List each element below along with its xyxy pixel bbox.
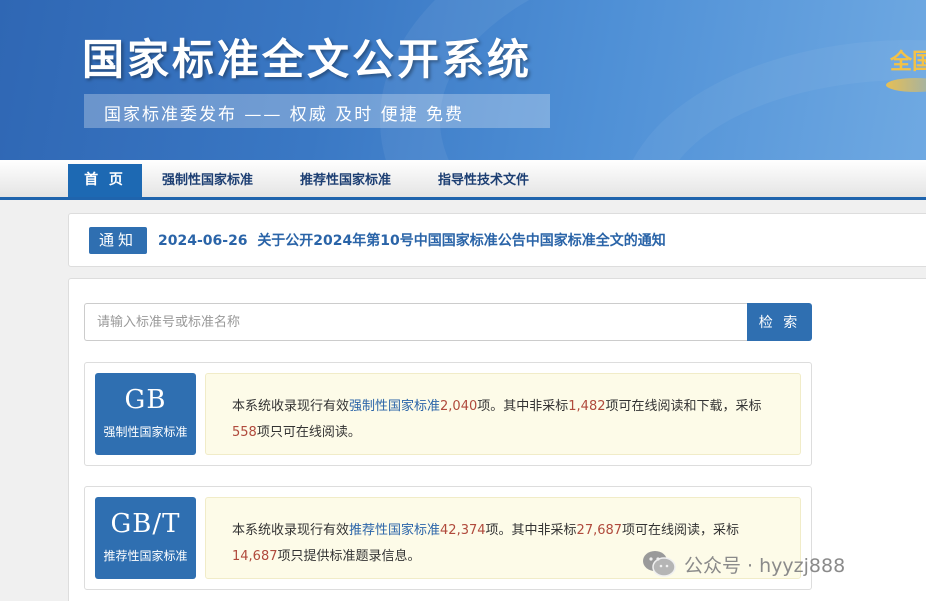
nav-guidance-documents[interactable]: 指导性技术文件 [438, 164, 529, 197]
std-name: 强制性国家标准 [103, 425, 188, 439]
desc-text: 项可在线阅读，采标 [622, 523, 740, 538]
site-title: 国家标准全文公开系统 [82, 35, 533, 84]
search-button[interactable]: 检 索 [747, 303, 812, 341]
total-count: 42,374 [440, 523, 486, 538]
desc-text: 项可在线阅读和下载，采标 [605, 399, 762, 414]
nav-recommended-standards[interactable]: 推荐性国家标准 [300, 164, 391, 197]
std-name: 推荐性国家标准 [103, 549, 188, 563]
main-nav: 首 页 强制性国家标准 推荐性国家标准 指导性技术文件 [0, 160, 926, 200]
corner-swoosh-decoration [886, 78, 926, 92]
corner-logo: 全国 [890, 49, 926, 75]
notice-date: 2024-06-26 [158, 233, 248, 249]
std-description: 本系统收录现行有效强制性国家标准2,040项。其中非采标1,482项可在线阅读和… [205, 373, 801, 455]
desc-text: 项。其中非采标 [485, 523, 577, 538]
total-count: 2,040 [440, 399, 478, 414]
slogan-box: 国家标准委发布 —— 权威 及时 便捷 免费 [84, 94, 550, 128]
non-adopted-count: 1,482 [568, 399, 606, 414]
watermark-text: 公众号 · hyyzj888 [684, 554, 846, 577]
desc-text: 项只可在线阅读。 [256, 425, 361, 440]
notice-bar: 通知 2024-06-26 关于公开2024年第10号中国国家标准公告中国家标准… [68, 213, 926, 267]
wechat-watermark: 公众号 · hyyzj888 [642, 548, 845, 580]
desc-text: 项只提供标准题录信息。 [277, 549, 421, 564]
std-code: GB [124, 385, 167, 415]
nav-home[interactable]: 首 页 [68, 164, 142, 197]
desc-text: 本系统收录现行有效 [232, 523, 350, 538]
std-code: GB/T [110, 509, 181, 539]
standard-block-gb: GB 强制性国家标准 本系统收录现行有效强制性国家标准2,040项。其中非采标1… [84, 362, 812, 466]
gbt-category-button[interactable]: GB/T 推荐性国家标准 [95, 497, 196, 579]
gb-category-button[interactable]: GB 强制性国家标准 [95, 373, 196, 455]
desc-text: 项。其中非采标 [477, 399, 569, 414]
adopted-count: 14,687 [232, 549, 278, 564]
slogan-text: 国家标准委发布 —— 权威 及时 便捷 免费 [104, 105, 465, 125]
notice-link[interactable]: 2024-06-26 关于公开2024年第10号中国国家标准公告中国家标准全文的… [158, 230, 666, 250]
desc-text: 本系统收录现行有效 [232, 399, 350, 414]
mandatory-standards-link[interactable]: 强制性国家标准 [349, 399, 440, 414]
nav-mandatory-standards[interactable]: 强制性国家标准 [162, 164, 253, 197]
header-banner: 国家标准全文公开系统 国家标准委发布 —— 权威 及时 便捷 免费 全国 [0, 0, 926, 160]
wechat-icon [643, 551, 676, 577]
recommended-standards-link[interactable]: 推荐性国家标准 [349, 523, 440, 538]
adopted-count: 558 [232, 425, 257, 440]
search-input[interactable] [84, 303, 748, 341]
non-adopted-count: 27,687 [576, 523, 623, 538]
notice-title: 关于公开2024年第10号中国国家标准公告中国家标准全文的通知 [257, 233, 666, 249]
notice-badge: 通知 [89, 227, 147, 254]
